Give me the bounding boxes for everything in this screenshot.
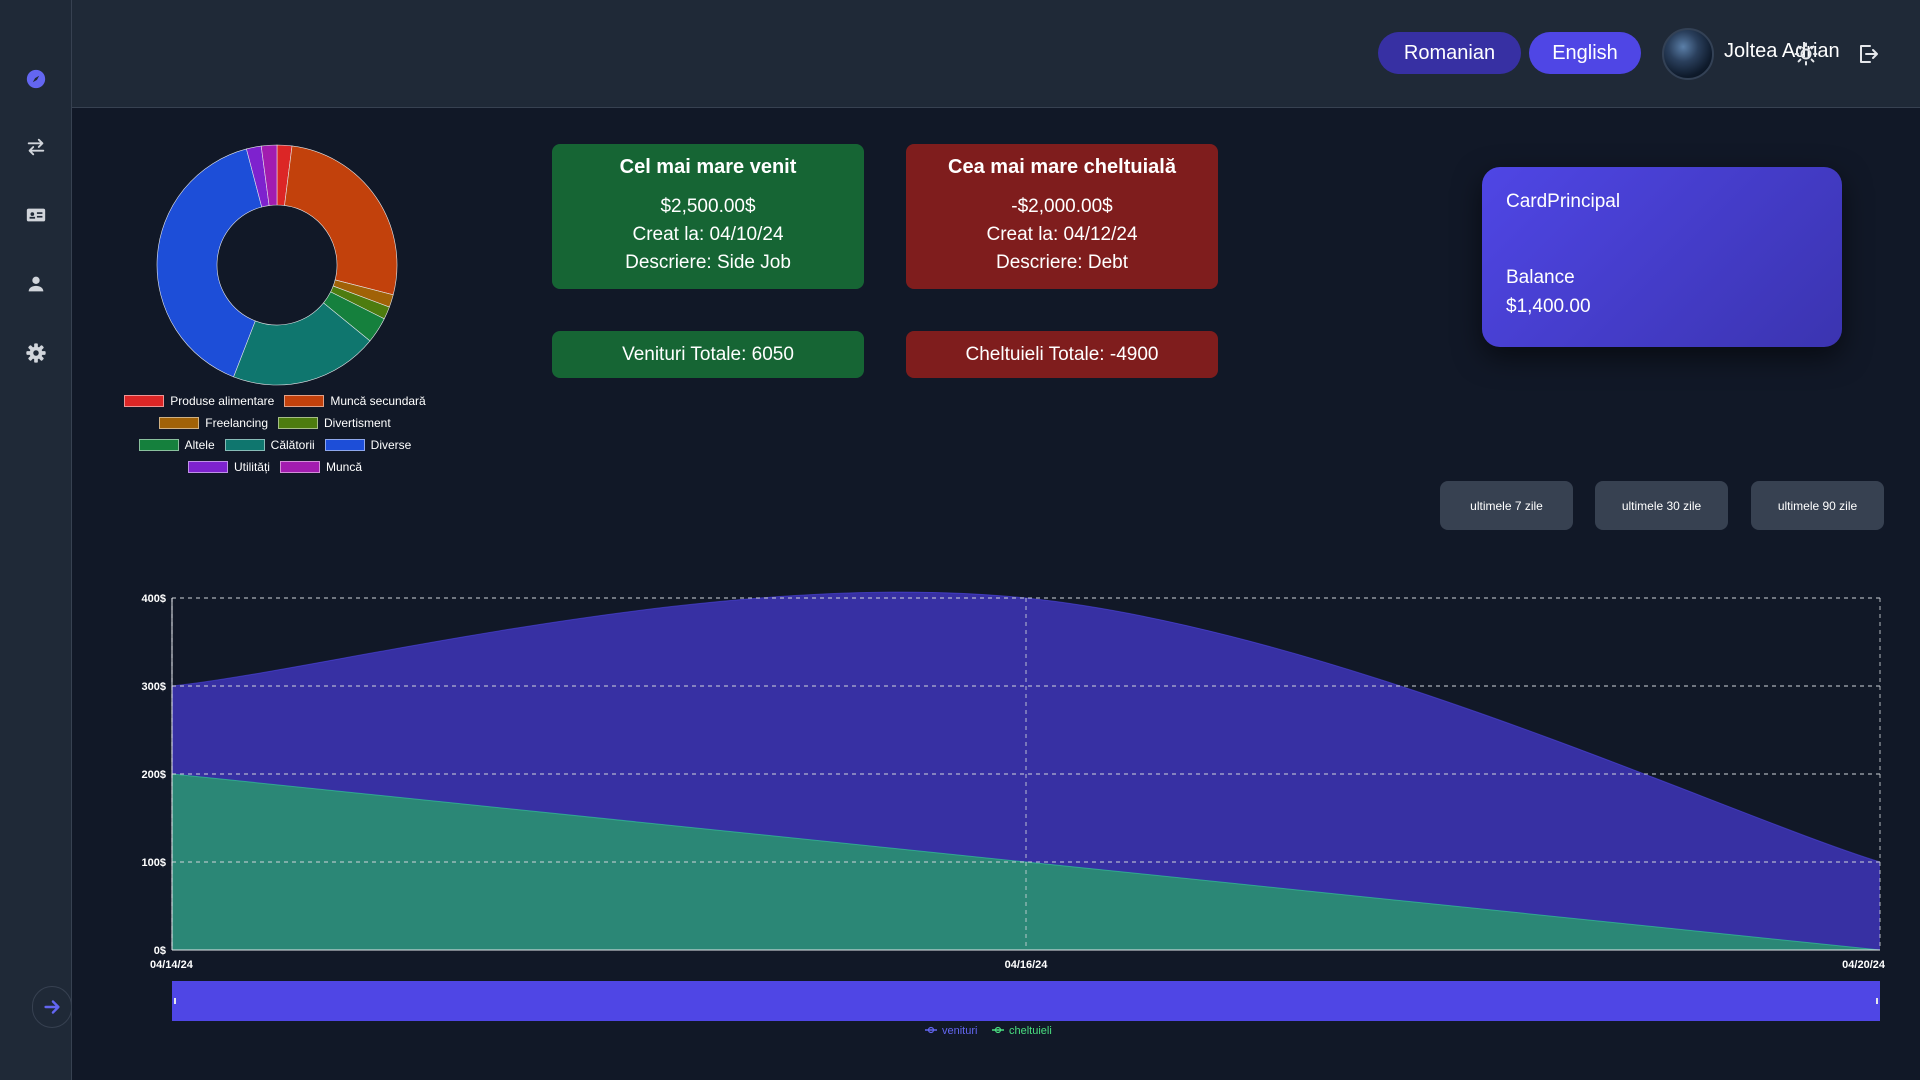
highest-income-title: Cel mai mare venit xyxy=(619,156,797,178)
legend-label: Călătorii xyxy=(270,438,315,452)
legend-item[interactable]: Călătorii xyxy=(224,438,315,452)
highest-income-amount: $2,500.00$ xyxy=(660,196,756,217)
legend-swatch xyxy=(279,461,320,473)
total-expense: Cheltuieli Totale: -4900 xyxy=(906,331,1218,378)
slider-handle[interactable] xyxy=(1876,998,1878,1004)
english-button[interactable]: English xyxy=(1529,32,1641,74)
legend-item[interactable]: Muncă secundară xyxy=(284,394,426,408)
chart-legend-item[interactable]: cheltuieli xyxy=(992,1025,1052,1037)
romanian-button[interactable]: Romanian xyxy=(1378,32,1521,74)
donut-slice[interactable] xyxy=(156,148,263,378)
compass-icon[interactable] xyxy=(22,65,50,93)
highest-income-card: Cel mai mare venit $2,500.00$ Creat la: … xyxy=(552,144,864,289)
svg-text:venituri: venituri xyxy=(942,1025,977,1037)
sun-icon[interactable] xyxy=(1792,40,1820,68)
legend-label: Altele xyxy=(184,438,215,452)
legend-label: Muncă secundară xyxy=(330,394,426,408)
y-tick-label: 300$ xyxy=(142,681,166,693)
legend-swatch xyxy=(278,417,318,429)
id-card-icon[interactable] xyxy=(22,201,50,229)
svg-text:cheltuieli: cheltuieli xyxy=(1009,1025,1052,1037)
legend-item[interactable]: Freelancing xyxy=(159,416,268,430)
y-tick-label: 0$ xyxy=(154,945,166,957)
legend-label: Diverse xyxy=(370,438,412,452)
highest-expense-amount: -$2,000.00$ xyxy=(1011,196,1113,217)
user-name: Joltea Adrian xyxy=(1724,40,1840,62)
slider-handle[interactable] xyxy=(174,998,176,1004)
range-90-days-button[interactable]: ultimele 90 zile xyxy=(1751,481,1884,530)
bank-card[interactable]: CardPrincipal Balance $1,400.00 xyxy=(1482,167,1842,347)
x-tick-label: 04/16/24 xyxy=(1005,959,1049,971)
legend-label: Produse alimentare xyxy=(170,394,275,408)
category-donut-chart xyxy=(156,144,398,386)
gear-icon[interactable] xyxy=(22,339,50,367)
y-tick-label: 200$ xyxy=(142,769,166,781)
legend-swatch xyxy=(324,439,365,451)
legend-swatch xyxy=(224,439,265,451)
avatar[interactable] xyxy=(1662,28,1714,80)
legend-swatch xyxy=(284,395,325,407)
user-icon[interactable] xyxy=(22,270,50,298)
highest-expense-title: Cea mai mare cheltuială xyxy=(948,156,1176,178)
range-7-days-button[interactable]: ultimele 7 zile xyxy=(1440,481,1573,530)
legend-label: Muncă xyxy=(325,460,363,474)
legend-swatch xyxy=(124,395,165,407)
legend-label: Freelancing xyxy=(205,416,268,430)
donut-slice[interactable] xyxy=(284,145,398,296)
legend-swatch xyxy=(187,461,228,473)
highest-income-description: Descriere: Side Job xyxy=(625,252,791,273)
legend-label: Divertisment xyxy=(324,416,391,430)
legend-item[interactable]: Utilități xyxy=(187,460,270,474)
logout-icon[interactable] xyxy=(1854,40,1882,68)
y-tick-label: 100$ xyxy=(142,857,166,869)
legend-item[interactable]: Produse alimentare xyxy=(124,394,274,408)
range-30-days-button[interactable]: ultimele 30 zile xyxy=(1595,481,1728,530)
legend-swatch xyxy=(159,417,200,429)
chart-legend-item[interactable]: venituri xyxy=(925,1025,977,1037)
legend-item[interactable]: Altele xyxy=(138,438,215,452)
x-tick-label: 04/20/24 xyxy=(1842,959,1886,971)
y-tick-label: 400$ xyxy=(142,593,166,605)
transfer-arrows-icon[interactable] xyxy=(22,133,50,161)
legend-item[interactable]: Divertisment xyxy=(278,416,391,430)
legend-item[interactable]: Muncă xyxy=(279,460,363,474)
card-balance-label: Balance xyxy=(1506,267,1575,288)
card-balance-value: $1,400.00 xyxy=(1506,296,1591,317)
legend-swatch xyxy=(138,439,179,451)
legend-label: Utilități xyxy=(233,460,270,474)
highest-expense-card: Cea mai mare cheltuială -$2,000.00$ Crea… xyxy=(906,144,1218,289)
highest-expense-date: Creat la: 04/12/24 xyxy=(986,224,1138,245)
top-header: Romanian English Joltea Adrian xyxy=(72,0,1920,108)
total-income: Venituri Totale: 6050 xyxy=(552,331,864,378)
x-tick-label: 04/14/24 xyxy=(150,959,194,971)
highest-expense-description: Descriere: Debt xyxy=(996,252,1128,273)
range-slider[interactable] xyxy=(172,981,1880,1021)
card-name: CardPrincipal xyxy=(1506,191,1621,212)
highest-income-date: Creat la: 04/10/24 xyxy=(632,224,784,245)
income-expense-area-chart: 0$ 100$ 200$ 300$ 400$ 04/14/24 04/16/24 04/20/… xyxy=(142,591,1886,1037)
donut-legend: Produse alimentare Muncă secundară Freelan… xyxy=(110,390,440,478)
legend-item[interactable]: Diverse xyxy=(324,438,412,452)
